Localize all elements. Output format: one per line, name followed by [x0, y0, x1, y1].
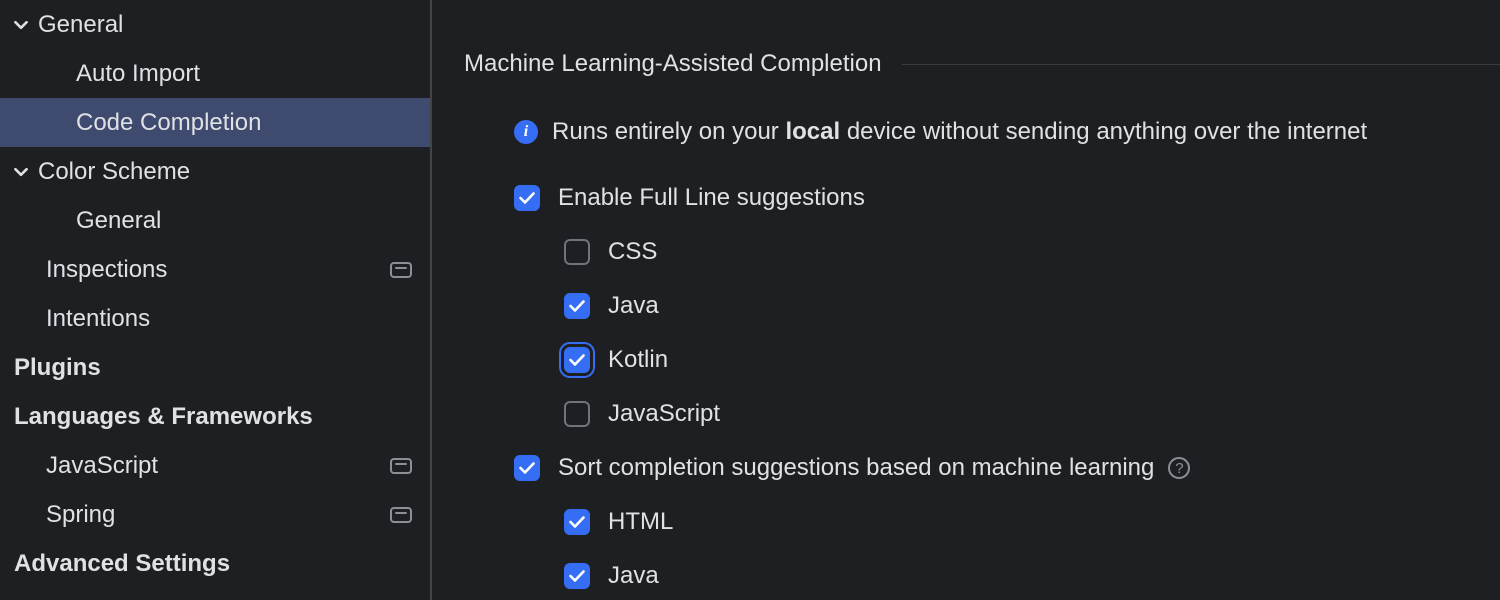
info-text-bold: local	[785, 118, 840, 145]
tree-item-label: Plugins	[14, 354, 412, 382]
settings-tree: General Auto Import Code Completion Color S…	[0, 0, 432, 600]
info-icon: i	[514, 120, 538, 144]
info-text-prefix: Runs entirely on your	[552, 118, 785, 145]
checkbox[interactable]	[564, 347, 590, 373]
tree-item-label: Auto Import	[76, 60, 412, 88]
option-label: JavaScript	[608, 400, 720, 428]
chevron-down-icon[interactable]	[14, 18, 28, 32]
option-label: Java	[608, 292, 659, 320]
section-header: Machine Learning-Assisted Completion	[432, 50, 1500, 78]
tree-item-label: Code Completion	[76, 109, 412, 137]
language-option: JavaScript	[432, 400, 1500, 428]
info-text: Runs entirely on your local device witho…	[552, 118, 1367, 146]
checkbox[interactable]	[514, 455, 540, 481]
tree-item-label: Spring	[46, 501, 390, 529]
tree-item[interactable]: Advanced Settings	[0, 539, 430, 588]
tree-item[interactable]: General	[0, 0, 430, 49]
tree-item[interactable]: Inspections	[0, 245, 430, 294]
checkbox[interactable]	[564, 239, 590, 265]
scope-badge-icon	[390, 262, 412, 278]
language-option: HTML	[432, 508, 1500, 536]
tree-item-label: Color Scheme	[38, 158, 412, 186]
option-label: Sort completion suggestions based on mac…	[558, 454, 1154, 482]
option-label: Enable Full Line suggestions	[558, 184, 865, 212]
tree-item[interactable]: Spring	[0, 490, 430, 539]
checkbox[interactable]	[564, 563, 590, 589]
tree-item-label: Inspections	[46, 256, 390, 284]
tree-item[interactable]: Auto Import	[0, 49, 430, 98]
scope-badge-icon	[390, 507, 412, 523]
tree-item-label: Intentions	[46, 305, 412, 333]
tree-item-label: General	[38, 11, 412, 39]
checkbox[interactable]	[564, 401, 590, 427]
checkbox[interactable]	[564, 293, 590, 319]
tree-item-label: Advanced Settings	[14, 550, 412, 578]
language-option: Java	[432, 562, 1500, 590]
tree-item-label: Languages & Frameworks	[14, 403, 412, 431]
option-label: CSS	[608, 238, 657, 266]
settings-panel: Machine Learning-Assisted Completion i R…	[432, 0, 1500, 600]
scope-badge-icon	[390, 458, 412, 474]
option-label: Kotlin	[608, 346, 668, 374]
language-option: Java	[432, 292, 1500, 320]
tree-item[interactable]: Plugins	[0, 343, 430, 392]
tree-item[interactable]: Languages & Frameworks	[0, 392, 430, 441]
help-icon[interactable]: ?	[1168, 457, 1190, 479]
tree-item[interactable]: Intentions	[0, 294, 430, 343]
option-label: HTML	[608, 508, 673, 536]
tree-item-label: JavaScript	[46, 452, 390, 480]
tree-item[interactable]: General	[0, 196, 430, 245]
info-row: i Runs entirely on your local device wit…	[432, 118, 1500, 146]
tree-item[interactable]: JavaScript	[0, 441, 430, 490]
tree-item[interactable]: Color Scheme	[0, 147, 430, 196]
checkbox[interactable]	[564, 509, 590, 535]
section-title: Machine Learning-Assisted Completion	[464, 50, 882, 78]
info-text-suffix: device without sending anything over the…	[840, 118, 1367, 145]
tree-item-label: General	[76, 207, 412, 235]
language-option: CSS	[432, 238, 1500, 266]
option-row: Enable Full Line suggestions	[432, 184, 1500, 212]
tree-item[interactable]: Code Completion	[0, 98, 430, 147]
chevron-down-icon[interactable]	[14, 165, 28, 179]
checkbox[interactable]	[514, 185, 540, 211]
section-divider	[902, 64, 1500, 65]
option-row: Sort completion suggestions based on mac…	[432, 454, 1500, 482]
option-label: Java	[608, 562, 659, 590]
language-option: Kotlin	[432, 346, 1500, 374]
